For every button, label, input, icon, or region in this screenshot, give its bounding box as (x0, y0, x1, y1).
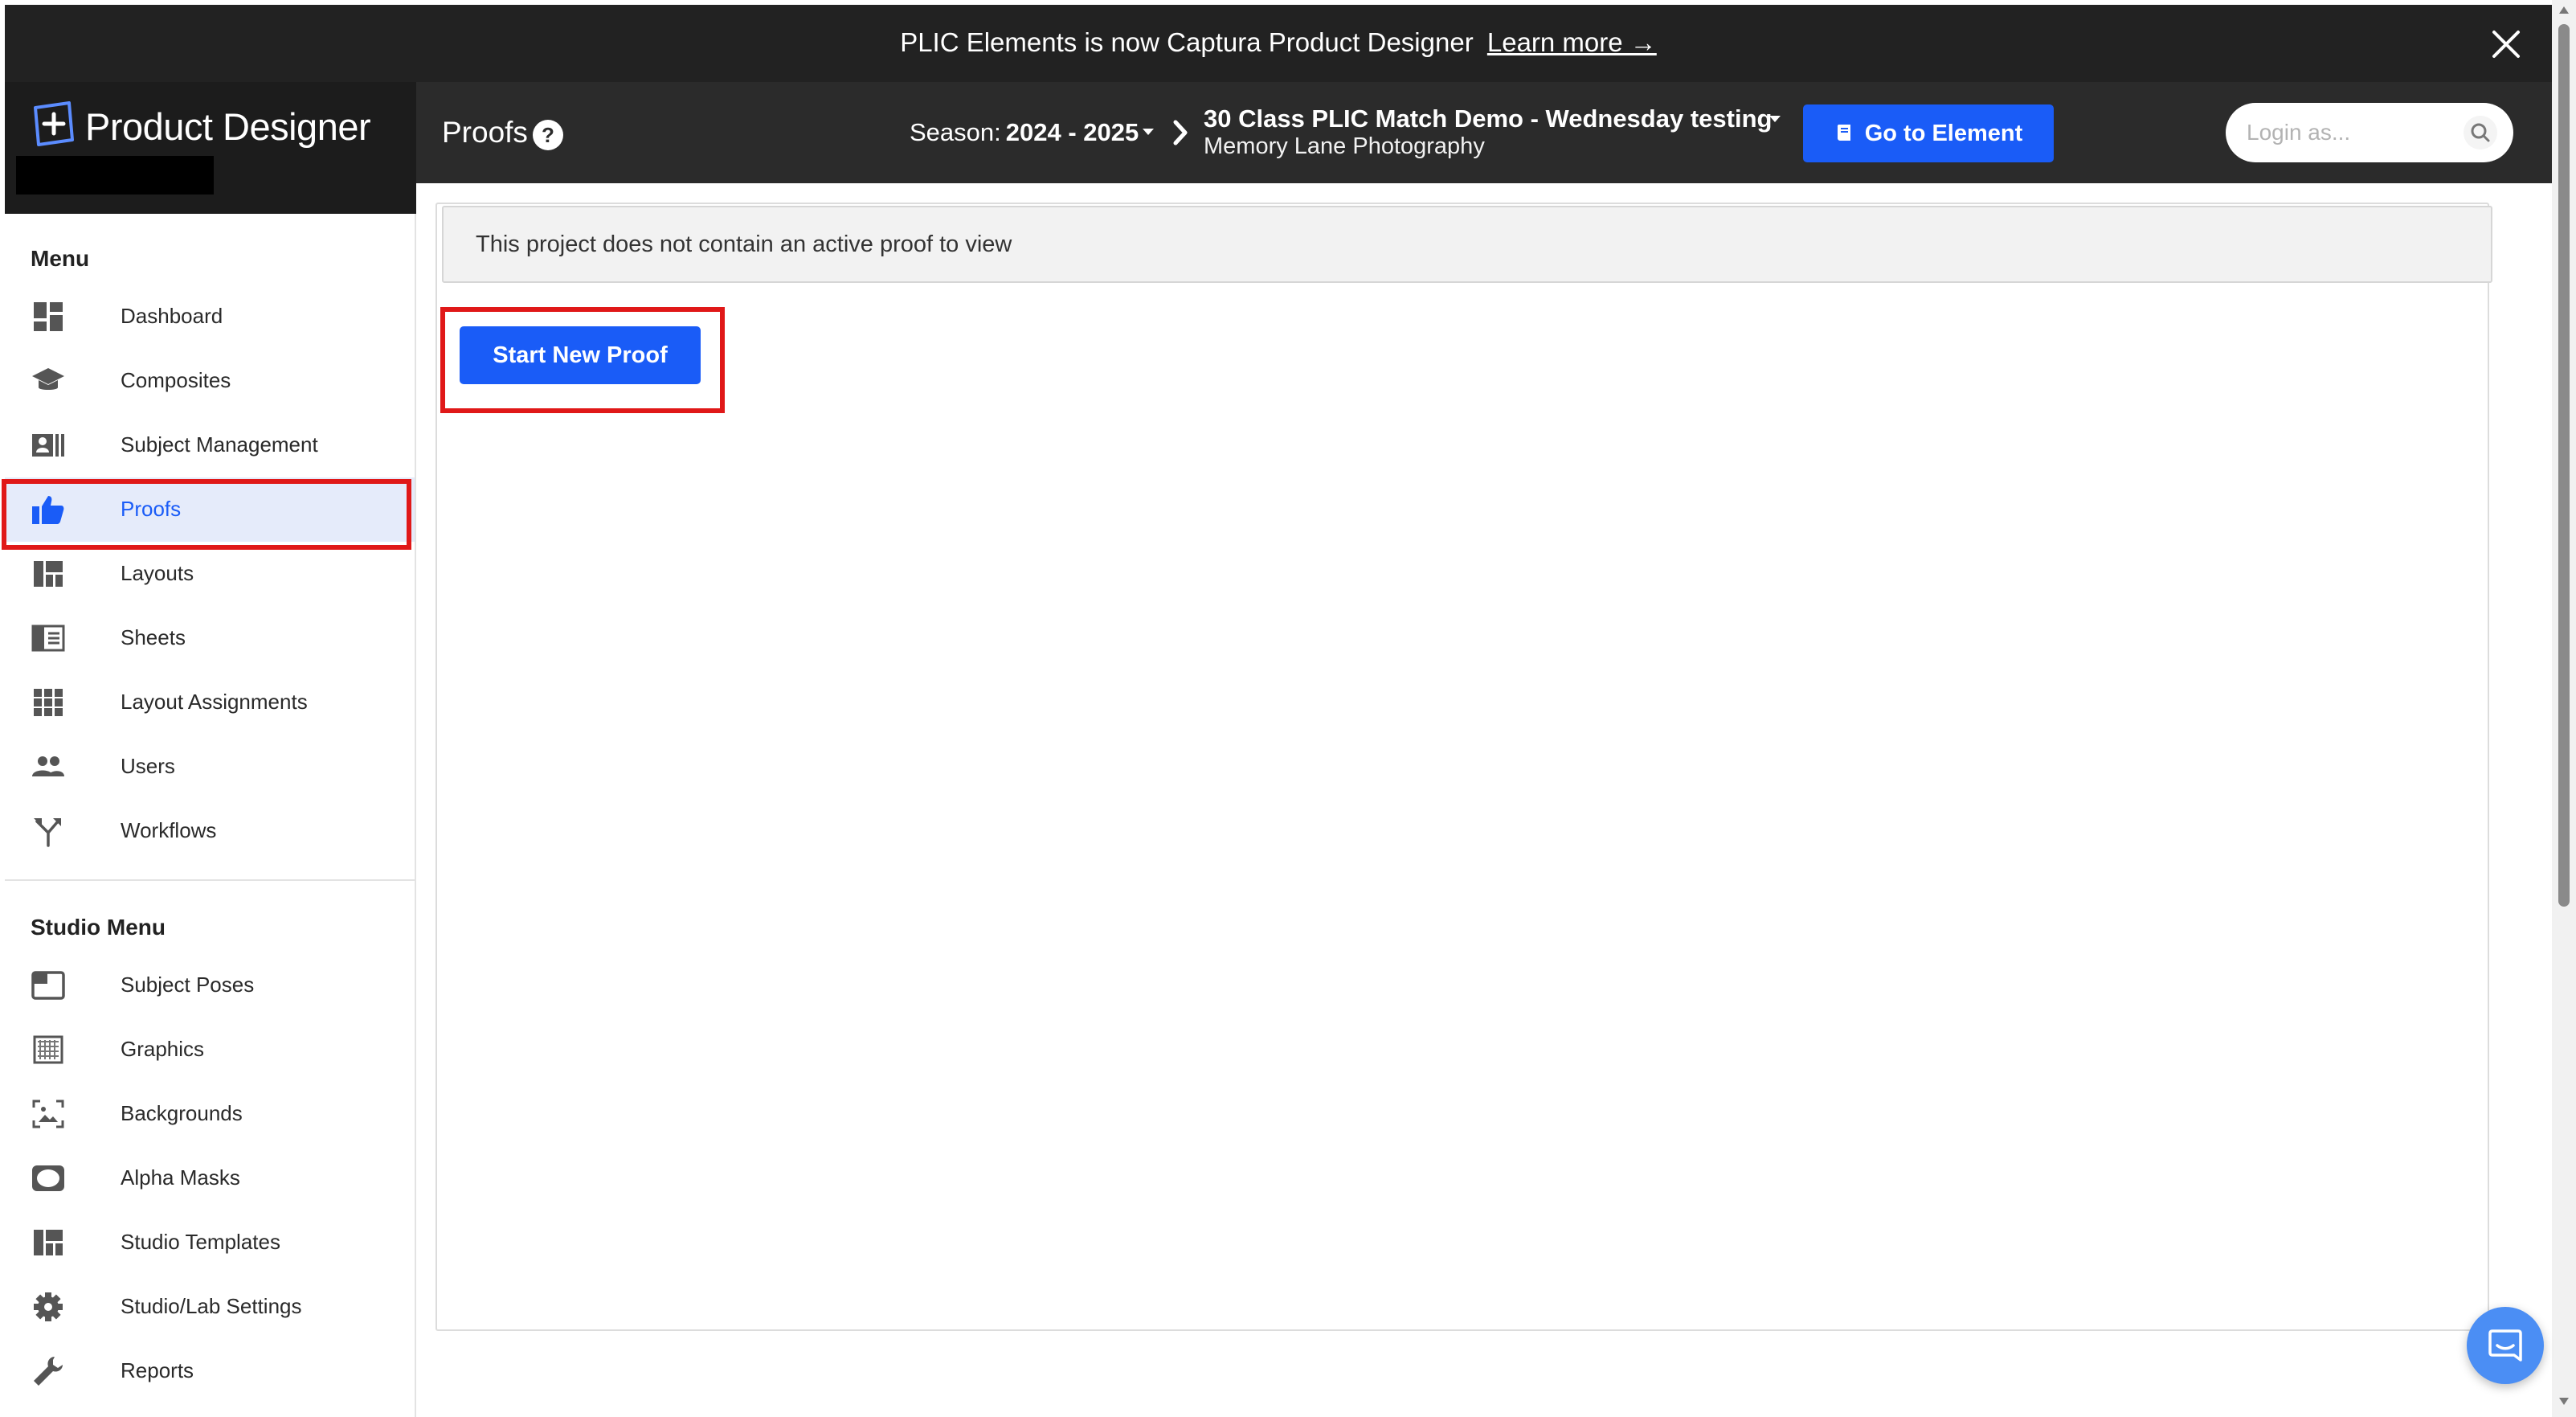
announcement-banner: PLIC Elements is now Captura Product Des… (5, 5, 2552, 82)
wrench-icon (34, 1357, 63, 1386)
project-selector[interactable]: 30 Class PLIC Match Demo - Wednesday tes… (1204, 104, 1772, 133)
svg-text:?: ? (542, 123, 554, 147)
layout-icon (34, 561, 63, 587)
menu-section-title: Menu (31, 246, 90, 271)
studio-menu-section-title: Studio Menu (31, 915, 166, 940)
sidebar-item-label: Layout Assignments (121, 690, 308, 714)
caret-down-icon[interactable] (1141, 127, 1155, 137)
product-designer-logo-icon[interactable] (29, 100, 79, 149)
sidebar-item-label: Users (121, 754, 175, 778)
chat-launcher-button[interactable] (2467, 1307, 2544, 1384)
help-icon[interactable]: ? (532, 119, 564, 151)
page-scrollbar[interactable] (2552, 0, 2576, 1417)
start-new-proof-button[interactable]: Start New Proof (460, 326, 701, 384)
sidebar-item-label: Backgrounds (121, 1101, 243, 1125)
sidebar-item-label: Dashboard (121, 304, 223, 328)
sidebar-item-label: Sheets (121, 625, 186, 649)
sidebar-item-layout-assignments[interactable]: Layout Assignments (5, 670, 415, 735)
sidebar-item-studio-templates[interactable]: Studio Templates (5, 1210, 415, 1275)
studio-name: Memory Lane Photography (1204, 133, 1485, 159)
sidebar-item-composites[interactable]: Composites (5, 349, 415, 413)
scroll-up-arrow-icon[interactable] (2558, 5, 2570, 14)
sidebar-item-subject-management[interactable]: Subject Management (5, 413, 415, 477)
season-value: 2024 - 2025 (1005, 118, 1139, 146)
sidebar-item-users[interactable]: Users (5, 735, 415, 799)
sidebar-item-backgrounds[interactable]: Backgrounds (5, 1082, 415, 1146)
users-icon (32, 756, 64, 776)
season-selector[interactable]: Season: 2024 - 2025 (910, 118, 1139, 147)
scroll-down-arrow-icon[interactable] (2558, 1397, 2570, 1407)
book-icon (1837, 125, 1850, 141)
gear-icon (34, 1292, 63, 1321)
sidebar-item-graphics[interactable]: Graphics (5, 1018, 415, 1082)
sidebar-item-label: Studio Templates (121, 1230, 280, 1254)
sheet-icon (31, 625, 65, 652)
go-to-element-button[interactable]: Go to Element (1803, 104, 2054, 162)
chat-icon (2488, 1329, 2522, 1362)
scrollbar-thumb[interactable] (2558, 24, 2570, 907)
sidebar-item-sheets[interactable]: Sheets (5, 606, 415, 670)
close-icon[interactable] (2489, 27, 2523, 61)
sidebar: Menu Dashboard Composites Subject Manage… (5, 214, 416, 1417)
sidebar-item-proofs[interactable]: Proofs (5, 477, 415, 542)
banner-message: PLIC Elements is now Captura Product Des… (5, 27, 2552, 58)
main-content: This project does not contain an active … (416, 183, 2552, 1417)
app-name: Product Designer (85, 105, 371, 148)
dashboard-icon (34, 302, 63, 331)
caret-down-icon[interactable] (1768, 114, 1782, 124)
sidebar-item-label: Reports (121, 1358, 194, 1382)
sidebar-item-label: Layouts (121, 561, 194, 585)
workflow-icon (34, 818, 61, 847)
sidebar-item-label: Composites (121, 368, 231, 392)
thumbs-up-icon (32, 496, 64, 524)
no-proof-alert: This project does not contain an active … (442, 206, 2492, 283)
search-icon[interactable] (2464, 116, 2497, 149)
learn-more-link[interactable]: Learn more → (1487, 27, 1657, 57)
sidebar-item-studio-lab-settings[interactable]: Studio/Lab Settings (5, 1275, 415, 1339)
sidebar-item-label: Subject Management (121, 432, 318, 457)
sidebar-item-subject-poses[interactable]: Subject Poses (5, 953, 415, 1018)
banner-text: PLIC Elements is now Captura Product Des… (900, 27, 1474, 57)
go-to-element-label: Go to Element (1864, 120, 2023, 146)
login-as-field[interactable] (2226, 103, 2513, 162)
chevron-right-icon (1173, 120, 1188, 145)
background-image-icon (32, 1100, 64, 1128)
content-panel (435, 203, 2489, 1331)
logo-area: Product Designer (5, 82, 416, 214)
season-label: Season: (910, 118, 1001, 146)
sidebar-item-layouts[interactable]: Layouts (5, 542, 415, 606)
pose-frame-icon (31, 971, 65, 1000)
template-icon (34, 1230, 63, 1255)
id-card-icon (32, 434, 64, 457)
login-as-input[interactable] (2247, 114, 2455, 151)
app-root: PLIC Elements is now Captura Product Des… (0, 0, 2576, 1417)
sidebar-item-label: Proofs (121, 497, 182, 521)
page-title: Proofs (442, 116, 528, 149)
graduation-cap-icon (32, 368, 64, 390)
sidebar-divider (5, 879, 416, 881)
mask-icon (32, 1165, 64, 1191)
grid-icon (34, 689, 63, 716)
sidebar-item-label: Subject Poses (121, 973, 255, 997)
sidebar-item-dashboard[interactable]: Dashboard (5, 285, 415, 349)
sidebar-item-reports[interactable]: Reports (5, 1339, 415, 1403)
graphics-icon (33, 1035, 63, 1064)
sidebar-item-workflows[interactable]: Workflows (5, 799, 415, 863)
redacted-block (16, 156, 214, 195)
sidebar-item-label: Studio/Lab Settings (121, 1294, 302, 1318)
page-header: Proofs ? Season: 2024 - 2025 30 Class PLI… (416, 82, 2552, 183)
sidebar-item-label: Workflows (121, 818, 217, 842)
alert-text: This project does not contain an active … (476, 231, 1012, 257)
sidebar-item-label: Alpha Masks (121, 1165, 240, 1190)
sidebar-item-alpha-masks[interactable]: Alpha Masks (5, 1146, 415, 1210)
sidebar-item-label: Graphics (121, 1037, 205, 1061)
